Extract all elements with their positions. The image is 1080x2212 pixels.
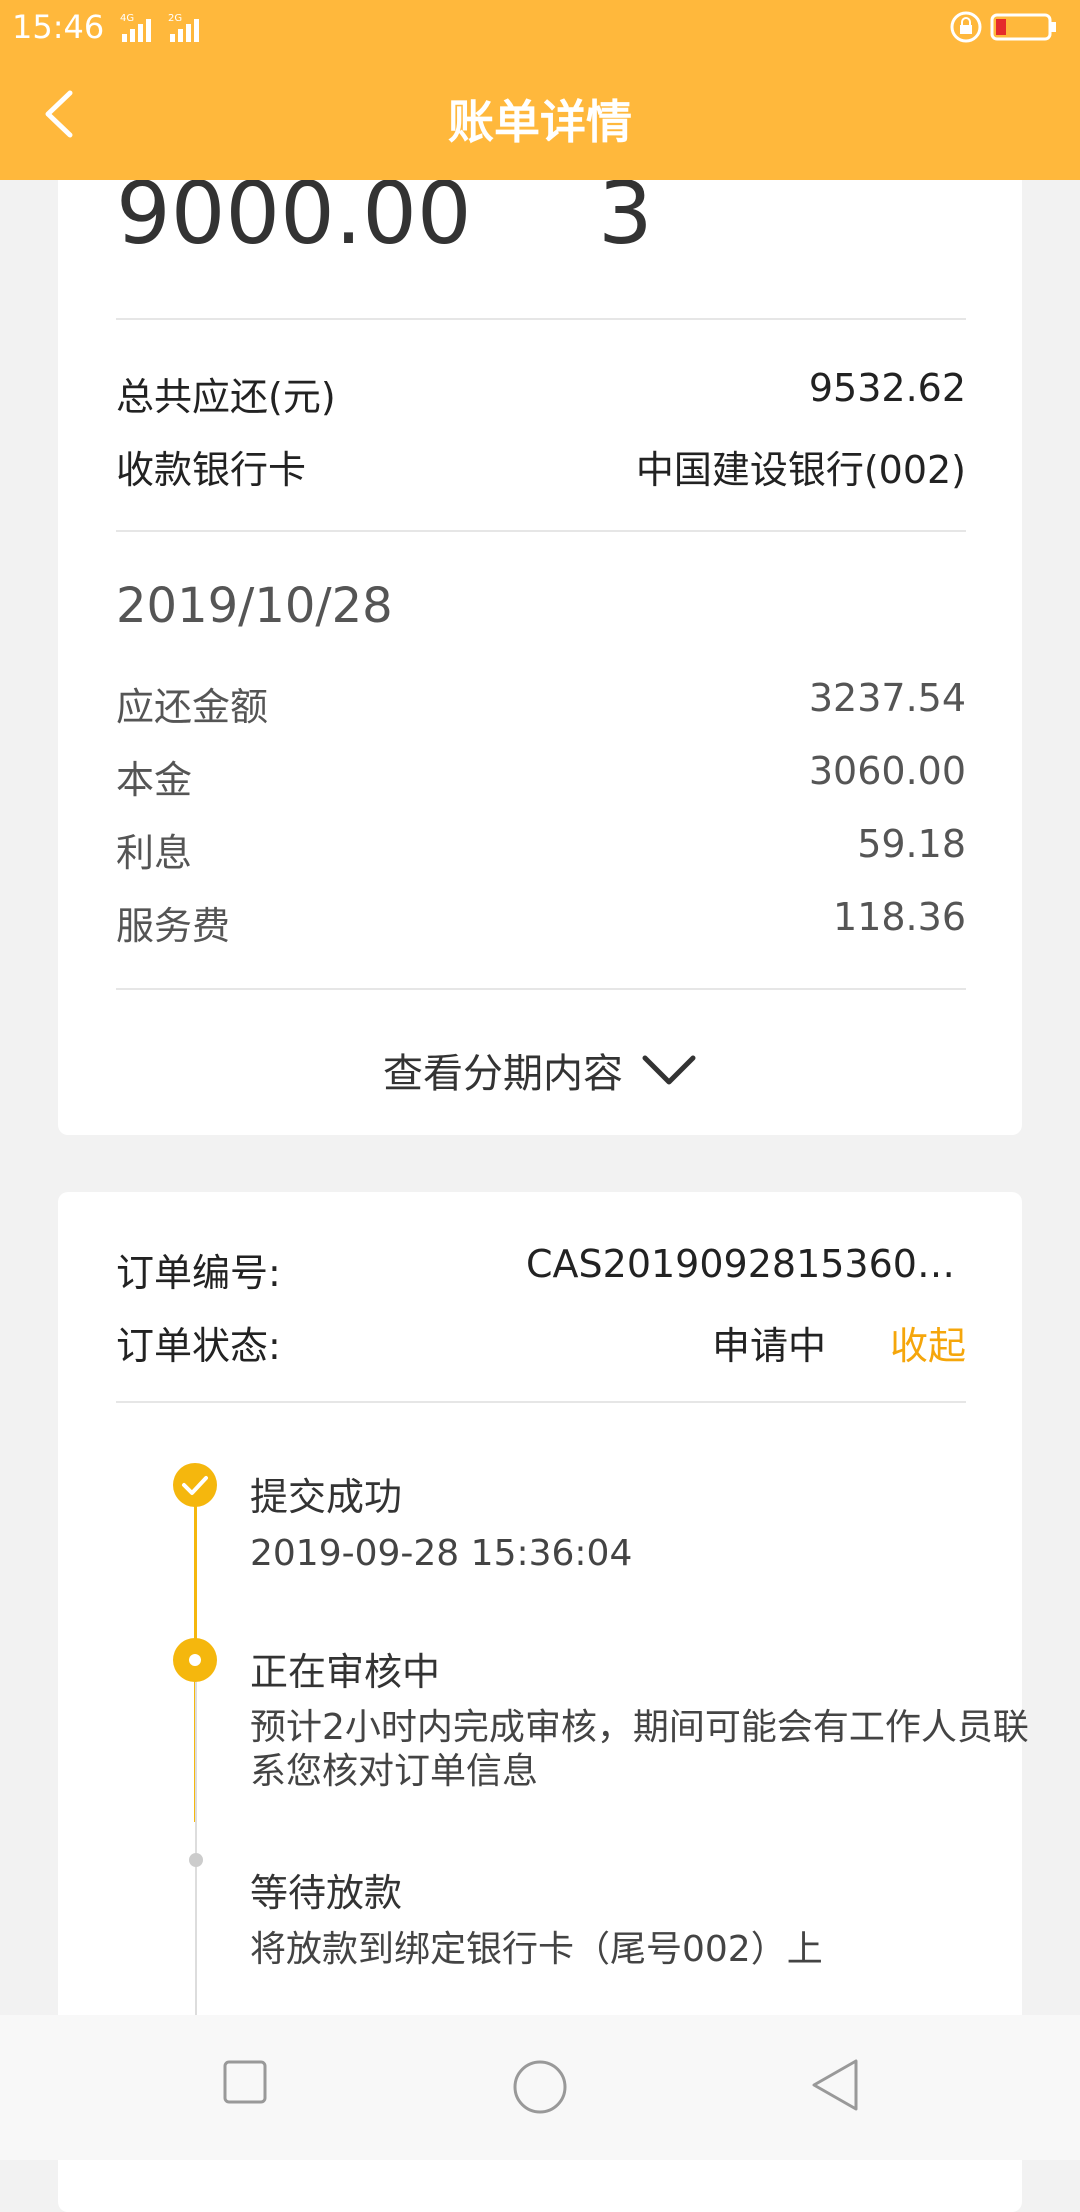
- divider: [116, 988, 966, 990]
- order-id-row: 订单编号: CAS20190928153603...: [116, 1242, 966, 1298]
- timeline-title: 等待放款: [250, 1871, 403, 1915]
- order-id-value: CAS20190928153603...: [526, 1242, 966, 1286]
- order-status-value: 申请中: [711, 1324, 826, 1368]
- triangle-back-icon: [812, 2059, 858, 2111]
- view-installments-label: 查看分期内容: [383, 1051, 623, 1097]
- home-button[interactable]: [510, 2057, 570, 2121]
- timeline-desc: 2019-09-28 15:36:04: [250, 1533, 633, 1574]
- summary-row-total: 总共应还(元) 9532.62: [116, 366, 966, 422]
- view-installments-button[interactable]: 查看分期内容: [58, 1030, 1022, 1110]
- divider: [116, 530, 966, 532]
- due-row: 本金 3060.00: [116, 749, 966, 805]
- system-navigation-bar: [0, 2015, 1080, 2160]
- order-id-label: 订单编号:: [116, 1251, 281, 1295]
- divider: [116, 318, 966, 320]
- summary-value: 中国建设银行(002): [635, 448, 966, 492]
- timeline-title: 提交成功: [250, 1475, 403, 1519]
- due-date: 2019/10/28: [116, 578, 393, 634]
- due-row: 应还金额 3237.54: [116, 676, 966, 732]
- due-row: 服务费 118.36: [116, 895, 966, 951]
- summary-label: 总共应还(元): [116, 375, 336, 419]
- due-label: 服务费: [116, 904, 231, 948]
- timeline-desc: 将放款到绑定银行卡（尾号002）上: [250, 1929, 823, 1970]
- circle-icon: [513, 2060, 567, 2114]
- status-bar: 15:46 4G 2G: [0, 0, 1080, 56]
- due-row: 利息 59.18: [116, 822, 966, 878]
- summary-row-bank: 收款银行卡 中国建设银行(002): [116, 439, 966, 495]
- battery-icon: [990, 13, 1056, 41]
- summary-value: 9532.62: [808, 366, 966, 410]
- due-value: 3060.00: [808, 749, 966, 793]
- status-time: 15:46: [12, 8, 105, 46]
- page-title: 账单详情: [448, 95, 632, 149]
- square-icon: [223, 2060, 267, 2104]
- due-label: 本金: [116, 758, 193, 802]
- svg-text:4G: 4G: [120, 13, 134, 24]
- bill-summary-card: 9000.00 3 总共应还(元) 9532.62 收款银行卡 中国建设银行(0…: [58, 150, 1022, 1135]
- back-nav-button[interactable]: [808, 2057, 864, 2117]
- recents-button[interactable]: [220, 2057, 270, 2111]
- due-value: 118.36: [833, 895, 966, 939]
- divider: [116, 1401, 966, 1403]
- due-value: 3237.54: [808, 676, 966, 720]
- chevron-down-icon: [642, 1055, 696, 1085]
- collapse-button[interactable]: 收起: [890, 1315, 966, 1370]
- nav-bar: 账单详情: [0, 56, 1080, 180]
- svg-text:2G: 2G: [168, 13, 182, 24]
- timeline-title: 正在审核中: [250, 1650, 441, 1694]
- signal-icon: 4G 2G: [118, 10, 218, 48]
- lock-rotation-icon: [950, 11, 982, 43]
- timeline-desc: 预计2小时内完成审核，期间可能会有工作人员联系您核对订单信息: [250, 1707, 1029, 1792]
- due-value: 59.18: [857, 822, 966, 866]
- status-icons: [950, 10, 1060, 48]
- summary-label: 收款银行卡: [116, 448, 307, 492]
- current-step-icon: [172, 1637, 218, 1687]
- due-label: 利息: [116, 831, 193, 875]
- check-circle-icon: [172, 1462, 218, 1512]
- order-status-row: 订单状态: 申请中 收起: [116, 1315, 966, 1371]
- due-label: 应还金额: [116, 685, 269, 729]
- order-status-label: 订单状态:: [116, 1324, 281, 1368]
- pending-step-icon: [188, 1852, 204, 1872]
- app-header: 15:46 4G 2G 账单详情: [0, 0, 1080, 180]
